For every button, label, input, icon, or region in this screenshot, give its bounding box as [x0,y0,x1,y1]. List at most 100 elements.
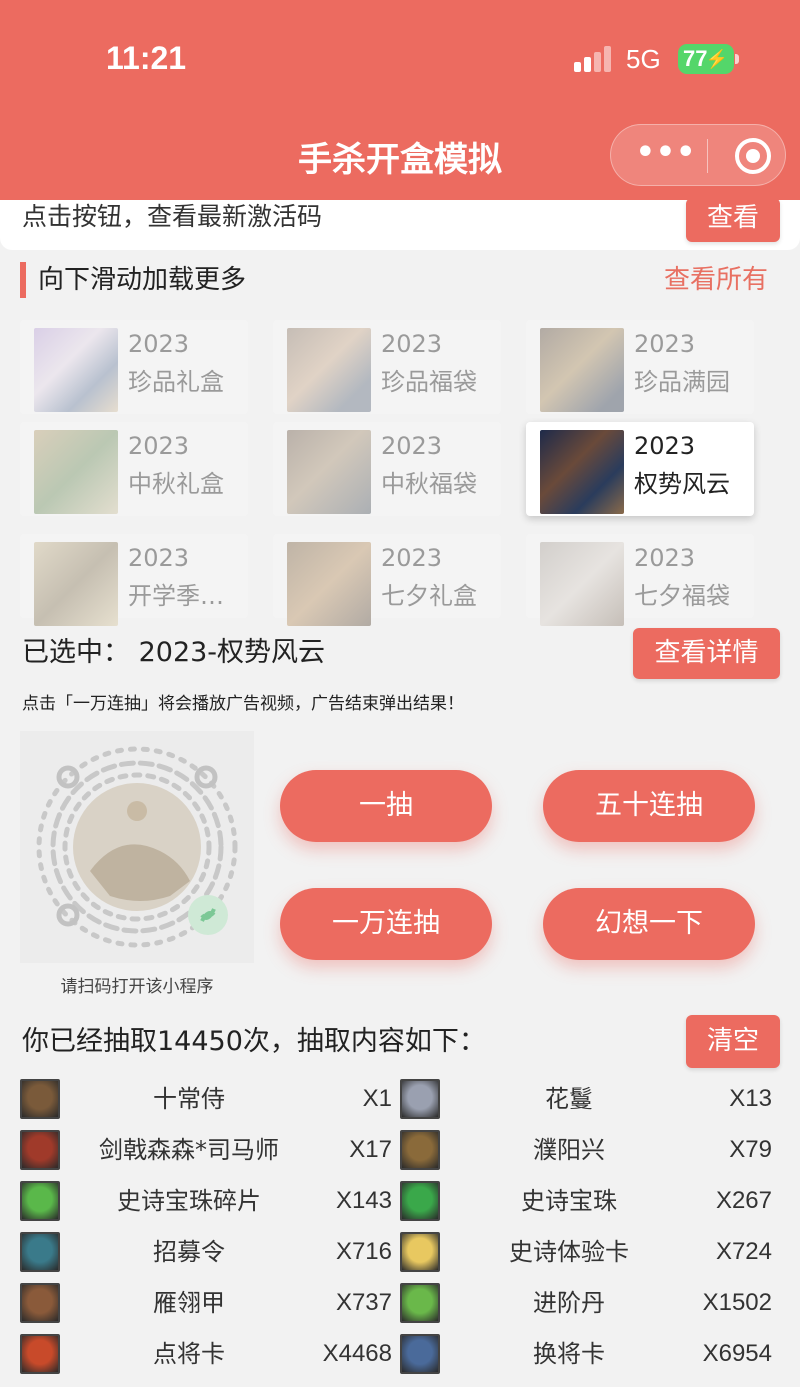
box-thumbnail [34,328,118,412]
box-name: 七夕福袋 [634,582,730,610]
box-name: 中秋福袋 [381,470,477,498]
box-name: 七夕礼盒 [381,582,477,610]
result-item: 雁翎甲 X737 [20,1282,392,1326]
item-name: 十常侍 [153,1085,225,1113]
box-year: 2023 [634,544,696,572]
result-item: 花鬘 X13 [400,1078,772,1122]
item-name: 史诗体验卡 [509,1238,629,1266]
box-thumbnail [540,328,624,412]
qr-code-icon [36,746,238,948]
item-icon [400,1232,440,1272]
box-year: 2023 [381,432,443,460]
box-name: 珍品礼盒 [128,368,224,396]
item-name: 史诗宝珠碎片 [117,1187,261,1215]
box-thumbnail [287,430,371,514]
app-header: 11:21 5G 77 ⚡ 手杀开盒模拟 ••• [0,0,800,200]
box-year: 2023 [634,432,696,460]
item-icon [400,1181,440,1221]
result-item: 濮阳兴 X79 [400,1129,772,1173]
item-name: 剑戟森森*司马师 [99,1136,279,1164]
item-icon [400,1079,440,1119]
box-year: 2023 [128,330,190,358]
section-title: 向下滑动加载更多 [38,265,247,295]
box-year: 2023 [128,432,190,460]
clear-button[interactable]: 清空 [686,1015,780,1068]
box-name: 珍品福袋 [381,368,477,396]
item-name: 换将卡 [533,1340,605,1368]
box-card[interactable]: 2023 珍品满园 [526,320,754,414]
box-thumbnail [287,542,371,626]
box-card[interactable]: 2023 珍品礼盒 [20,320,248,414]
activation-text: 点击按钮，查看最新激活码 [22,202,323,231]
ten-thousand-draw-button[interactable]: 一万连抽 [280,888,492,960]
item-icon [400,1334,440,1374]
mini-program-qr-code [20,731,254,963]
item-count: X267 [715,1187,772,1214]
box-year: 2023 [381,544,443,572]
item-name: 雁翎甲 [153,1289,225,1317]
item-count: X17 [349,1136,392,1163]
charging-bolt-icon: ⚡ [705,49,728,69]
box-card[interactable]: 2023 开学季福... [20,534,248,626]
item-icon [20,1334,60,1374]
fifty-draw-button[interactable]: 五十连抽 [543,770,755,842]
box-card[interactable]: 2023 中秋福袋 [273,422,501,516]
item-count: X6954 [702,1340,772,1367]
view-details-button[interactable]: 查看详情 [633,628,780,679]
item-count: X143 [335,1187,392,1214]
item-count: X724 [715,1238,772,1265]
box-thumbnail [34,542,118,626]
battery-icon: 77 ⚡ [678,44,739,74]
result-item: 招募令 X716 [20,1231,392,1275]
box-year: 2023 [381,330,443,358]
result-item: 史诗体验卡 X724 [400,1231,772,1275]
box-card[interactable]: 2023 中秋礼盒 [20,422,248,516]
box-thumbnail [540,542,624,626]
item-name: 花鬘 [545,1085,593,1113]
box-thumbnail [287,328,371,412]
result-item: 点将卡 X4468 [20,1333,392,1377]
result-item: 史诗宝珠 X267 [400,1180,772,1224]
item-icon [20,1283,60,1323]
box-name: 开学季福... [128,582,244,610]
battery-level: 77 [683,46,708,71]
result-item: 进阶丹 X1502 [400,1282,772,1326]
item-name: 点将卡 [153,1340,225,1368]
item-icon [20,1079,60,1119]
box-card[interactable]: 2023 七夕礼盒 [273,534,501,626]
view-all-link[interactable]: 查看所有 [664,262,768,298]
box-year: 2023 [128,544,190,572]
item-count: X1 [362,1085,392,1112]
view-code-button[interactable]: 查看 [686,198,780,242]
item-icon [20,1232,60,1272]
box-name: 珍品满园 [634,368,730,396]
more-icon[interactable]: ••• [633,138,699,169]
box-card[interactable]: 2023 珍品福袋 [273,320,501,414]
box-thumbnail [34,430,118,514]
signal-icon [574,46,614,72]
results-title: 你已经抽取14450次，抽取内容如下： [22,1026,486,1057]
item-icon [20,1181,60,1221]
section-accent-bar [20,262,26,298]
ad-notice: 点击「一万连抽」将会播放广告视频，广告结束弹出结果！ [22,694,464,714]
item-count: X1502 [702,1289,772,1316]
item-name: 进阶丹 [533,1289,605,1317]
qr-caption: 请扫码打开该小程序 [60,977,214,997]
result-item: 十常侍 X1 [20,1078,392,1122]
status-time: 11:21 [106,40,187,76]
box-name: 权势风云 [634,470,730,498]
item-icon [20,1130,60,1170]
mini-program-capsule: ••• [610,124,786,186]
single-draw-button[interactable]: 一抽 [280,770,492,842]
item-count: X13 [729,1085,772,1112]
item-name: 招募令 [153,1238,225,1266]
box-card[interactable]: 2023 七夕福袋 [526,534,754,626]
imagine-button[interactable]: 幻想一下 [543,888,755,960]
result-item: 换将卡 X6954 [400,1333,772,1377]
close-target-icon[interactable] [735,138,771,174]
item-count: X79 [729,1136,772,1163]
item-count: X737 [335,1289,392,1316]
item-icon [400,1283,440,1323]
box-card-selected[interactable]: 2023 权势风云 [526,422,754,516]
box-year: 2023 [634,330,696,358]
